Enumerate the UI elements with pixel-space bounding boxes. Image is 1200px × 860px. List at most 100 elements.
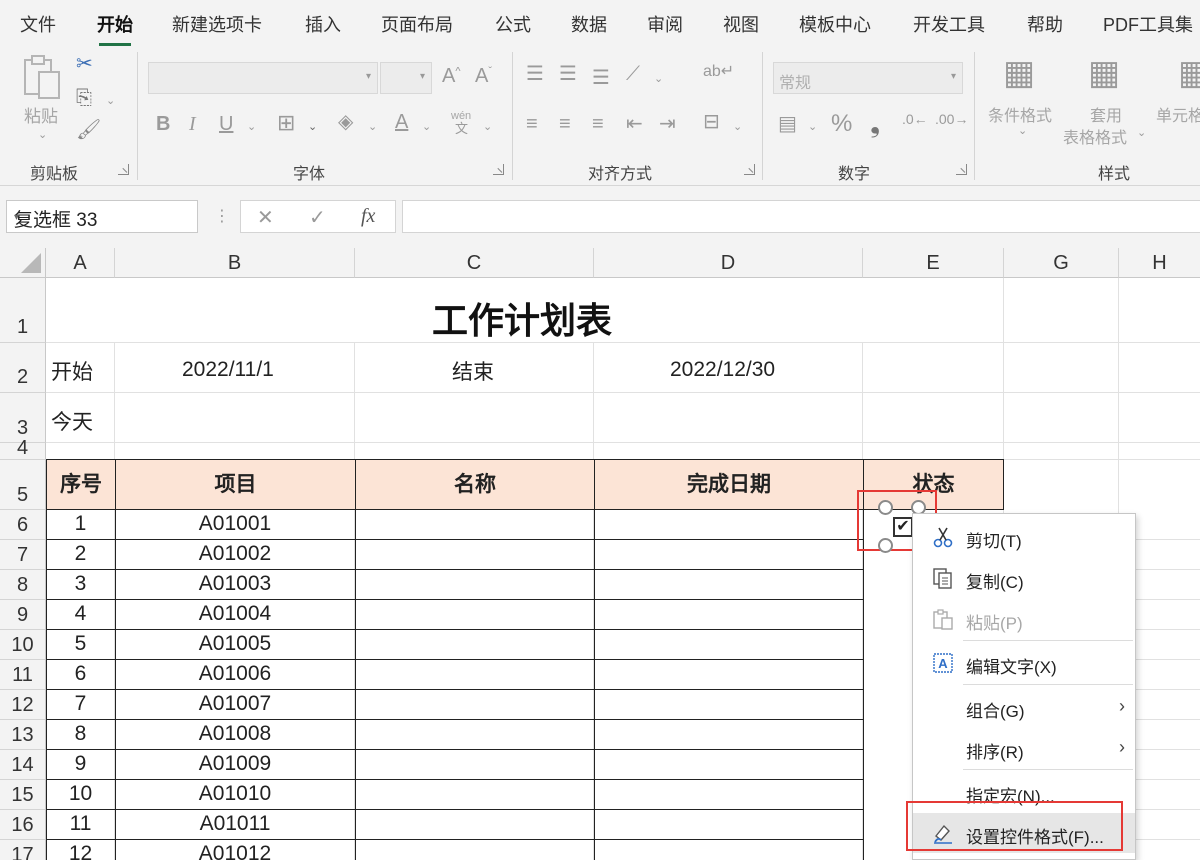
paste-dropdown-icon[interactable]: ⌄ (38, 128, 47, 141)
menu-item-copy[interactable]: 复制(C) (913, 558, 1135, 598)
font-color-icon[interactable]: A (395, 112, 408, 132)
align-top-icon[interactable]: ☰ (526, 64, 544, 84)
tab-insert[interactable]: 插入 (305, 11, 341, 37)
header-cell-completion-date[interactable]: 完成日期 (594, 459, 864, 510)
accounting-format-icon[interactable]: ▤ (778, 114, 797, 134)
resize-handle[interactable] (878, 500, 893, 515)
cell-no[interactable]: 1 (46, 512, 115, 536)
cell-styles-label[interactable]: 单元格 (1156, 102, 1200, 126)
underline-icon[interactable]: U (219, 114, 233, 134)
row-header-8[interactable]: 8 (0, 570, 46, 600)
cell-no[interactable]: 9 (46, 752, 115, 776)
decrease-font-icon[interactable]: Aˇ (475, 66, 492, 86)
font-size-combo[interactable]: ▾ (380, 62, 432, 94)
accounting-dropdown-icon[interactable]: ⌄ (808, 120, 817, 133)
tab-new-tab[interactable]: 新建选项卡 (172, 11, 262, 37)
borders-dropdown-icon[interactable]: ⌄ (308, 120, 317, 133)
tab-page-layout[interactable]: 页面布局 (381, 11, 453, 37)
header-cell-name[interactable]: 名称 (355, 459, 595, 510)
cell-item[interactable]: A01001 (115, 512, 355, 536)
cell-no[interactable]: 10 (46, 782, 115, 806)
tab-pdf-tools[interactable]: PDF工具集 (1103, 11, 1193, 37)
select-all-button[interactable] (0, 248, 46, 278)
column-header-d[interactable]: D (594, 248, 863, 278)
fill-color-icon[interactable]: ◈ (338, 112, 353, 132)
row-header-13[interactable]: 13 (0, 720, 46, 750)
row-header-2[interactable]: 2 (0, 343, 46, 393)
tab-template-center[interactable]: 模板中心 (799, 11, 871, 37)
cut-icon[interactable]: ✂ (76, 54, 93, 74)
column-header-c[interactable]: C (355, 248, 594, 278)
cell-item[interactable]: A01002 (115, 542, 355, 566)
tab-review[interactable]: 审阅 (647, 11, 683, 37)
clipboard-launcher-icon[interactable] (118, 164, 129, 175)
cancel-icon[interactable]: ✕ (257, 205, 274, 230)
tab-help[interactable]: 帮助 (1027, 11, 1063, 37)
cell-no[interactable]: 4 (46, 602, 115, 626)
cell-no[interactable]: 7 (46, 692, 115, 716)
row-header-15[interactable]: 15 (0, 780, 46, 810)
align-left-icon[interactable]: ≡ (526, 114, 538, 134)
tab-formulas[interactable]: 公式 (495, 11, 531, 37)
formula-input[interactable] (402, 200, 1200, 233)
increase-indent-icon[interactable]: ⇥ (659, 114, 676, 134)
copy-dropdown-icon[interactable]: ⌄ (106, 94, 115, 107)
menu-item-cut[interactable]: 剪切(T) (913, 517, 1135, 557)
conditional-format-label[interactable]: 条件格式 (988, 102, 1052, 126)
cell-item[interactable]: A01007 (115, 692, 355, 716)
underline-dropdown-icon[interactable]: ⌄ (247, 120, 256, 133)
row-header-4[interactable]: 4 (0, 438, 46, 460)
column-header-h[interactable]: H (1119, 248, 1200, 278)
formula-bar-grip-icon[interactable]: ⋮ (214, 206, 230, 226)
menu-item-order[interactable]: 排序(R) › (913, 728, 1135, 768)
align-bottom-icon[interactable]: ☰ (592, 68, 610, 88)
orientation-icon[interactable]: ⟋ (626, 64, 640, 84)
increase-font-icon[interactable]: A^ (442, 66, 461, 86)
row-header-10[interactable]: 10 (0, 630, 46, 660)
align-middle-icon[interactable]: ☰ (559, 64, 577, 84)
number-format-combo[interactable]: 常规 ▾ (773, 62, 963, 94)
alignment-launcher-icon[interactable] (744, 164, 755, 175)
header-cell-no[interactable]: 序号 (46, 459, 116, 510)
table-format-label-2[interactable]: 表格格式 (1063, 124, 1127, 148)
paste-label[interactable]: 粘贴 (24, 102, 58, 127)
table-format-dropdown-icon[interactable]: ⌄ (1137, 126, 1146, 139)
tab-developer[interactable]: 开发工具 (913, 11, 985, 37)
tab-view[interactable]: 视图 (723, 11, 759, 37)
row-header-7[interactable]: 7 (0, 540, 46, 570)
row-header-3[interactable]: 3 (0, 393, 46, 443)
bold-icon[interactable]: B (156, 114, 170, 134)
borders-icon[interactable]: ⊞ (277, 112, 295, 134)
menu-item-edit-text[interactable]: A 编辑文字(X) (913, 643, 1135, 683)
orientation-dropdown-icon[interactable]: ⌄ (654, 72, 663, 85)
insert-function-icon[interactable]: fx (361, 205, 375, 228)
decrease-indent-icon[interactable]: ⇤ (626, 114, 643, 134)
name-box[interactable]: 复选框 33 ▾ (6, 200, 198, 233)
cell-no[interactable]: 12 (46, 842, 115, 860)
column-header-b[interactable]: B (115, 248, 355, 278)
cell-no[interactable]: 11 (46, 812, 115, 836)
cell-no[interactable]: 5 (46, 632, 115, 656)
wrap-text-icon[interactable]: ab↵ (703, 64, 734, 80)
font-launcher-icon[interactable] (493, 164, 504, 175)
decrease-decimal-icon[interactable]: .00→ (935, 112, 968, 126)
tab-file[interactable]: 文件 (20, 11, 56, 37)
conditional-format-dropdown-icon[interactable]: ⌄ (1018, 124, 1027, 137)
font-color-dropdown-icon[interactable]: ⌄ (422, 120, 431, 133)
table-format-icon[interactable]: ▦ (1088, 56, 1120, 90)
cell-styles-icon[interactable]: ▦ (1178, 56, 1200, 90)
cell-no[interactable]: 6 (46, 662, 115, 686)
row-header-5[interactable]: 5 (0, 460, 46, 510)
menu-item-paste[interactable]: 粘贴(P) (913, 599, 1135, 639)
status-checkbox[interactable]: ✔ (893, 517, 913, 537)
cell-item[interactable]: A01011 (115, 812, 355, 836)
italic-icon[interactable]: I (189, 114, 196, 134)
cell-no[interactable]: 3 (46, 572, 115, 596)
row-header-16[interactable]: 16 (0, 810, 46, 840)
column-header-g[interactable]: G (1004, 248, 1119, 278)
row-header-9[interactable]: 9 (0, 600, 46, 630)
conditional-format-icon[interactable]: ▦ (1003, 56, 1035, 90)
name-box-dropdown-icon[interactable]: ▾ (14, 212, 189, 223)
phonetic-glyph-icon[interactable]: 文 (455, 122, 468, 135)
cell-item[interactable]: A01003 (115, 572, 355, 596)
